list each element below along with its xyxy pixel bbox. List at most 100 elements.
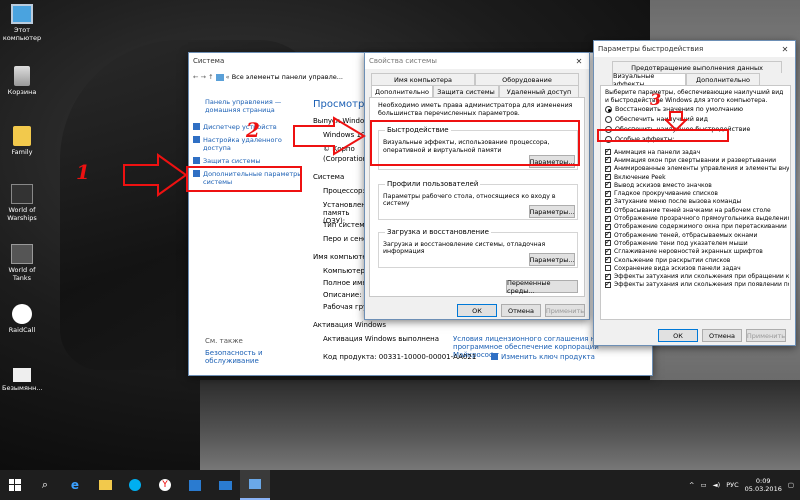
mail-icon[interactable] <box>210 470 240 500</box>
edge-icon[interactable]: e <box>60 470 90 500</box>
effect-checkbox-row[interactable]: Скольжение при раскрытии списков <box>605 255 789 264</box>
effect-checkbox-row[interactable]: Включение Peek <box>605 172 789 181</box>
notifications-icon[interactable]: ▢ <box>788 481 794 489</box>
shield-icon <box>193 136 200 143</box>
volume-icon[interactable]: ◄) <box>713 481 721 489</box>
effect-checkbox[interactable] <box>605 280 611 288</box>
radio-default-dot <box>605 106 612 113</box>
effect-checkbox-row[interactable]: Отображение теней, отбрасываемых окнами <box>605 230 789 239</box>
arrow-1-icon <box>123 153 188 197</box>
tab-remote[interactable]: Удаленный доступ <box>499 85 579 97</box>
effect-label: Эффекты затухания или скольжения при поя… <box>614 281 789 289</box>
startup-settings-button[interactable]: Параметры... <box>529 253 575 266</box>
effect-checkbox-row[interactable]: Эффекты затухания или скольжения при обр… <box>605 272 789 280</box>
shield-icon <box>491 353 498 360</box>
effect-checkbox-row[interactable]: Отображение прозрачного прямоугольника в… <box>605 214 789 222</box>
perf-ok-button[interactable]: ОК <box>658 329 698 342</box>
effect-checkbox[interactable] <box>605 265 611 272</box>
start-button[interactable] <box>0 470 30 500</box>
explorer-icon[interactable] <box>90 470 120 500</box>
props-apply-button[interactable]: Применить <box>545 304 585 317</box>
wallpaper-floor <box>200 380 800 470</box>
profiles-settings-button[interactable]: Параметры... <box>529 205 575 218</box>
effect-checkbox[interactable] <box>605 230 611 239</box>
env-vars-button[interactable]: Переменные среды... <box>506 279 578 295</box>
step-number-3: 3 <box>650 90 662 109</box>
effect-checkbox[interactable] <box>605 214 611 222</box>
arrow-3-icon <box>664 111 688 132</box>
desktop-icon-raidcall[interactable]: RaidCall <box>2 304 42 334</box>
effect-checkbox-row[interactable]: Затухание меню после вызова команды <box>605 197 789 206</box>
effect-checkbox-row[interactable]: Отбрасывание теней значками на рабочем с… <box>605 205 789 214</box>
tab-perf-advanced[interactable]: Дополнительно <box>686 73 760 85</box>
desktop-icon-recycle-bin[interactable]: Корзина <box>2 66 42 96</box>
sidebar-item-protection[interactable]: Защита системы <box>193 157 305 165</box>
desktop-icon-family[interactable]: Family <box>2 126 42 156</box>
effect-checkbox[interactable] <box>605 155 611 164</box>
back-icon[interactable]: ← <box>193 73 198 81</box>
forward-icon[interactable]: → <box>201 73 206 81</box>
effect-label: Эффекты затухания или скольжения при обр… <box>614 273 789 281</box>
clock[interactable]: 0:09 05.03.2016 <box>745 477 782 493</box>
effect-label: Скольжение при раскрытии списков <box>614 256 731 264</box>
effect-checkbox[interactable] <box>605 164 611 172</box>
system-tray: ^ ▭ ◄) РУС 0:09 05.03.2016 ▢ <box>689 470 794 500</box>
tab-hardware[interactable]: Оборудование <box>475 73 579 85</box>
effect-checkbox-row[interactable]: Гладкое прокручивание списков <box>605 189 789 197</box>
sidebar-home-link[interactable]: Панель управления — домашняя страница <box>205 98 305 114</box>
effect-checkbox-row[interactable]: Анимированные элементы управления и элем… <box>605 164 789 173</box>
effect-checkbox[interactable] <box>605 180 611 189</box>
desktop-icon-tanks[interactable]: World of Tanks <box>2 244 42 282</box>
effect-checkbox-row[interactable]: Отображение тени под указателем мыши <box>605 238 789 247</box>
effect-checkbox[interactable] <box>605 172 611 181</box>
raidcall-icon <box>12 304 32 324</box>
tab-computer-name[interactable]: Имя компьютера <box>371 73 475 85</box>
address-bar[interactable]: ← → ↑ « Все элементы панели управле... <box>193 71 368 83</box>
effect-checkbox[interactable] <box>605 238 611 247</box>
props-cancel-button[interactable]: Отмена <box>501 304 541 317</box>
effect-label: Анимация на панели задач <box>614 148 701 156</box>
chevron-up-icon[interactable]: ^ <box>689 481 694 489</box>
group-startup: Загрузка и восстановление Загрузка и вос… <box>378 228 578 268</box>
effect-checkbox-row[interactable]: Вывод эскизов вместо значков <box>605 180 789 189</box>
desktop-icon-untitled[interactable]: Безымянн... <box>2 368 43 392</box>
change-key-link[interactable]: Изменить ключ продукта <box>491 353 595 361</box>
effect-checkbox-row[interactable]: Эффекты затухания или скольжения при поя… <box>605 280 789 289</box>
yandex-icon[interactable]: Y <box>150 470 180 500</box>
effect-checkbox-row[interactable]: Анимация на панели задач <box>605 148 789 156</box>
effect-checkbox[interactable] <box>605 189 611 197</box>
group-profiles: Профили пользователей Параметры рабочего… <box>378 180 578 220</box>
shield-icon <box>193 123 200 130</box>
up-icon[interactable]: ↑ <box>208 73 213 81</box>
network-icon[interactable]: ▭ <box>701 481 707 489</box>
props-ok-button[interactable]: ОК <box>457 304 497 317</box>
security-link[interactable]: Безопасность и обслуживание <box>205 349 285 365</box>
effect-checkbox[interactable] <box>605 247 611 255</box>
effect-checkbox-row[interactable]: Сохранение вида эскизов панели задач <box>605 264 789 272</box>
effect-checkbox[interactable] <box>605 148 611 156</box>
close-icon[interactable]: ✕ <box>775 41 795 57</box>
effect-checkbox-row[interactable]: Отображение содержимого окна при перетас… <box>605 222 789 231</box>
effect-checkbox[interactable] <box>605 272 611 280</box>
close-icon[interactable]: ✕ <box>569 53 589 69</box>
tab-protection[interactable]: Защита системы <box>433 85 499 97</box>
search-icon[interactable]: ⌕ <box>30 470 60 500</box>
effect-checkbox[interactable] <box>605 255 611 263</box>
system-app-icon[interactable] <box>240 470 270 500</box>
perf-cancel-button[interactable]: Отмена <box>702 329 742 342</box>
effect-checkbox[interactable] <box>605 222 611 230</box>
language-indicator[interactable]: РУС <box>726 481 738 489</box>
step-number-1: 1 <box>76 160 90 184</box>
skype-icon[interactable] <box>120 470 150 500</box>
folder-icon <box>13 126 31 146</box>
desktop-icon-warships[interactable]: World of Warships <box>2 184 42 222</box>
effect-checkbox[interactable] <box>605 197 611 205</box>
effect-checkbox[interactable] <box>605 205 611 214</box>
radio-best-look[interactable]: Обеспечить наилучший вид <box>605 116 708 123</box>
desktop-icon-computer[interactable]: Этот компьютер <box>2 4 42 42</box>
store-icon[interactable] <box>180 470 210 500</box>
perf-titlebar: Параметры быстродействия ✕ <box>594 41 795 57</box>
effect-checkbox-row[interactable]: Сглаживание неровностей экранных шрифтов <box>605 247 789 256</box>
effect-checkbox-row[interactable]: Анимация окон при свертывании и разверты… <box>605 155 789 164</box>
perf-apply-button[interactable]: Применить <box>746 329 786 342</box>
